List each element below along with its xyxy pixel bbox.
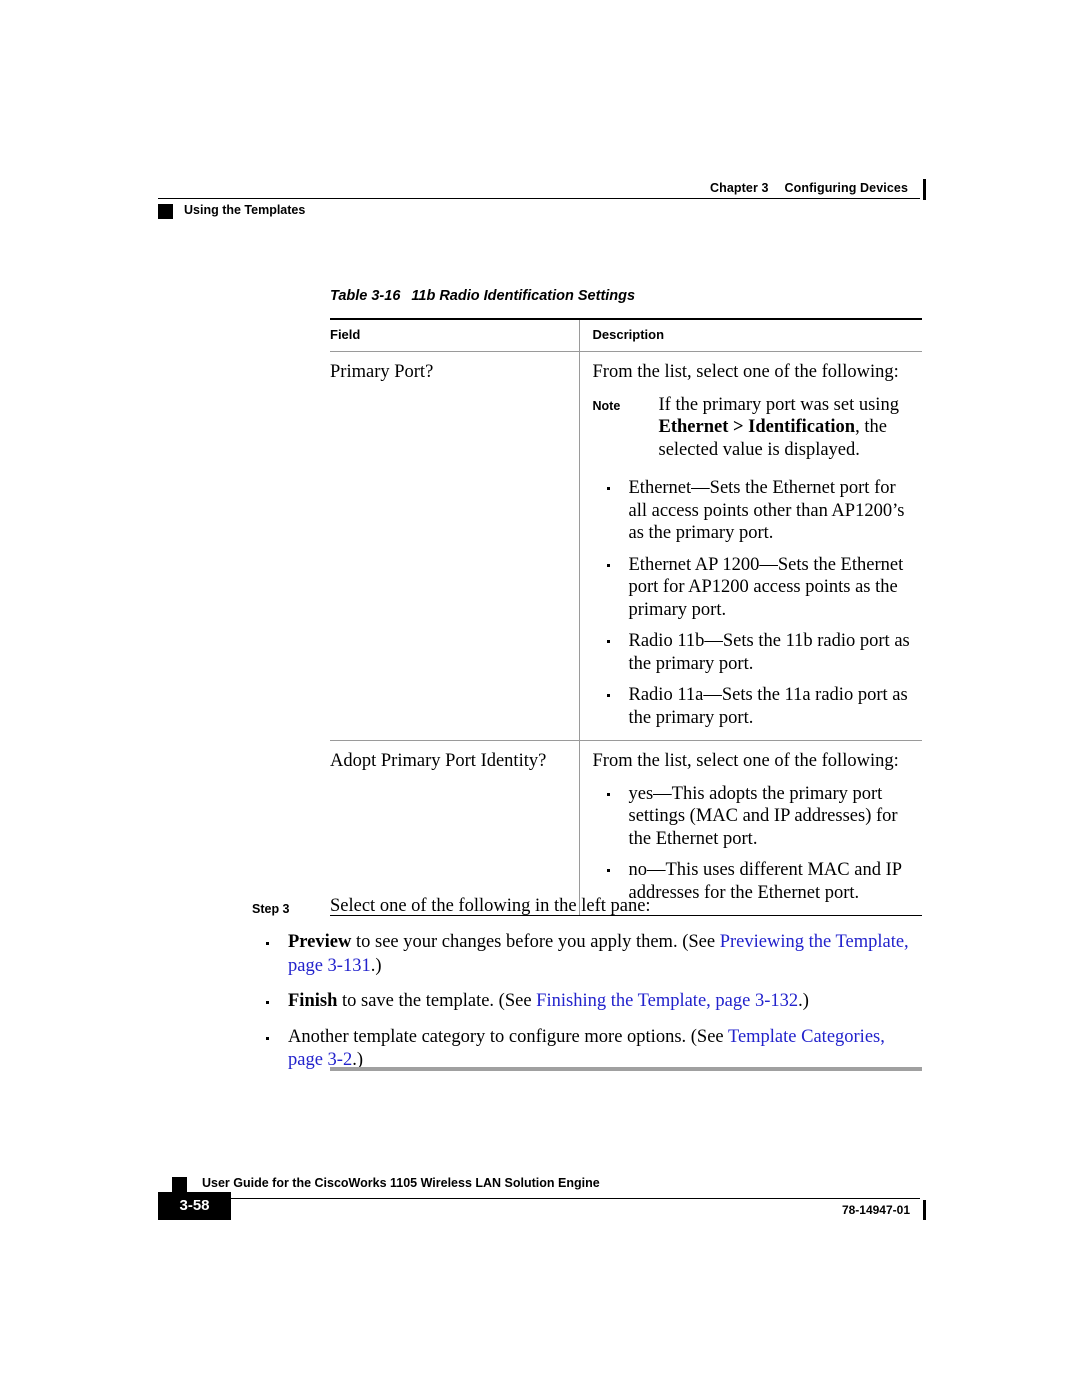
list-item: Preview to see your changes before you a… xyxy=(252,931,924,978)
option-text-after: .) xyxy=(370,955,382,976)
note-label: Note xyxy=(592,398,621,413)
table-caption: Table 3-16 11b Radio Identification Setti… xyxy=(330,288,922,304)
option-text-before: to save the template. (See xyxy=(337,991,537,1011)
row-field-adopt-primary-port-identity: Adopt Primary Port Identity? xyxy=(330,740,579,916)
footer-document-title: User Guide for the CiscoWorks 1105 Wirel… xyxy=(202,1176,600,1190)
table-row: Adopt Primary Port Identity? From the li… xyxy=(330,740,922,916)
note-text: If the primary port was set using Ethern… xyxy=(659,394,919,462)
primary-port-options-list: Ethernet—Sets the Ethernet port for all … xyxy=(593,477,919,729)
note-block: Note If the primary port was set using E… xyxy=(593,394,919,462)
settings-table: Field Description Primary Port? From the… xyxy=(330,318,922,916)
header-chapter-title: Configuring Devices xyxy=(784,181,908,195)
list-item: yes—This adopts the primary port setting… xyxy=(593,783,919,851)
section-end-rule xyxy=(330,1067,922,1071)
note-text-before: If the primary port was set using xyxy=(658,394,899,415)
list-item: Ethernet AP 1200—Sets the Ethernet port … xyxy=(593,554,919,622)
table-row: Primary Port? From the list, select one … xyxy=(330,351,922,741)
page-header: Chapter 3 Configuring Devices Using the T… xyxy=(158,179,926,228)
xref-finishing-the-template[interactable]: Finishing the Template, page 3-132 xyxy=(536,991,798,1011)
option-text-before: Another template category to configure m… xyxy=(288,1026,728,1047)
footer-page-number: 3-58 xyxy=(179,1197,210,1214)
step-label: Step 3 xyxy=(252,902,290,916)
footer-rule xyxy=(184,1198,920,1199)
header-edge-tick-icon xyxy=(923,179,926,200)
adopt-identity-options-list: yes—This adopts the primary port setting… xyxy=(593,783,919,905)
list-item: Radio 11a—Sets the 11a radio port as the… xyxy=(593,684,919,729)
footer-bullet-square-icon xyxy=(172,1177,187,1192)
row-field-primary-port: Primary Port? xyxy=(330,362,434,382)
column-header-description: Description xyxy=(578,318,922,352)
option-bold-preview: Preview xyxy=(288,932,352,952)
step-row: Step 3 Select one of the following in th… xyxy=(252,895,924,918)
header-rule xyxy=(158,198,920,199)
settings-table-block: Table 3-16 11b Radio Identification Setti… xyxy=(330,288,922,916)
row-description-adopt-primary-port-identity: From the list, select one of the followi… xyxy=(578,740,922,916)
footer-edge-tick-icon xyxy=(923,1200,926,1220)
table-caption-label: Table 3-16 xyxy=(330,288,401,304)
list-item: Radio 11b—Sets the 11b radio port as the… xyxy=(593,630,919,675)
description-lead: From the list, select one of the followi… xyxy=(592,362,899,382)
option-text-before: to see your changes before you apply the… xyxy=(351,932,720,952)
header-chapter-label: Chapter 3 Configuring Devices xyxy=(710,181,908,195)
list-item: Finish to save the template. (See Finish… xyxy=(252,990,924,1014)
list-item: Ethernet—Sets the Ethernet port for all … xyxy=(593,477,919,545)
column-header-field: Field xyxy=(330,318,579,352)
footer-document-number: 78-14947-01 xyxy=(841,1203,910,1217)
option-bold-finish: Finish xyxy=(288,991,338,1011)
table-caption-title: 11b Radio Identification Settings xyxy=(411,288,636,304)
header-section-title: Using the Templates xyxy=(184,203,306,217)
description-lead: From the list, select one of the followi… xyxy=(592,751,899,771)
row-description-primary-port: From the list, select one of the followi… xyxy=(578,351,922,741)
option-text-after: .) xyxy=(798,991,809,1011)
step-options-list: Preview to see your changes before you a… xyxy=(252,931,924,1073)
step-text: Select one of the following in the left … xyxy=(330,896,651,916)
step-section: Step 3 Select one of the following in th… xyxy=(252,895,924,1073)
table-header-row: Field Description xyxy=(330,318,922,352)
list-item: Another template category to configure m… xyxy=(252,1026,924,1073)
page-footer: User Guide for the CiscoWorks 1105 Wirel… xyxy=(158,1174,926,1224)
header-bullet-square-icon xyxy=(158,204,173,219)
header-chapter-number: Chapter 3 xyxy=(709,181,769,195)
note-bold-path: Ethernet > Identification xyxy=(658,417,856,437)
document-page: Chapter 3 Configuring Devices Using the T… xyxy=(0,0,1080,1397)
